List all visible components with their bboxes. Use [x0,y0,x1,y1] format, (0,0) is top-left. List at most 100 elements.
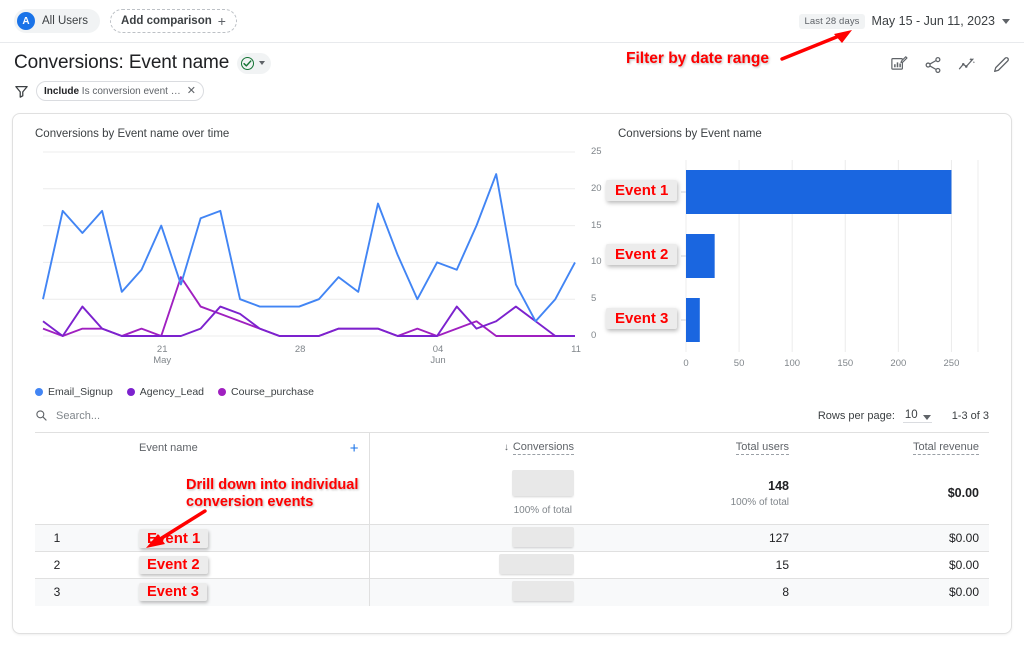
th-total-users-label: Total users [735,440,789,455]
total-conversions-sub: 100% of total [513,505,572,517]
line-x-tick: 21 May [153,344,172,366]
row-event-name[interactable]: Event 1 [79,524,369,552]
sort-desc-icon: ↓ [503,441,509,453]
filter-chip-prefix: Include [44,85,80,97]
legend-dot [218,388,227,396]
row-total-users: 15 [584,551,799,579]
line-series-Agency_Lead [42,305,575,337]
row-total-users: 127 [584,524,799,552]
redacted-value [512,470,574,497]
redacted-value [512,580,574,601]
total-users-value: 148 [768,478,789,493]
th-total-users[interactable]: Total users [584,432,799,463]
bar-x-tick: 0 [683,358,689,369]
legend-label: Email_Signup [48,386,113,398]
row-index: 3 [35,578,79,606]
bar-x-tick: 150 [837,358,854,369]
annotation-bar-label: Event 3 [606,308,678,329]
total-index-cell [35,463,79,525]
bar-Event 3 [686,298,700,342]
line-chart-legend: Email_Signup Agency_Lead Course_purchase [35,386,600,398]
annotation-bar-label: Event 1 [606,180,678,201]
redacted-value [512,526,574,547]
bar-Event 2 [686,234,715,278]
th-total-revenue[interactable]: Total revenue [799,432,989,463]
plus-icon: + [217,13,226,29]
th-conversions-label: Conversions [512,440,574,455]
rows-per-page-select[interactable]: 10 [902,408,932,423]
page-title: Conversions: Event name [14,52,230,73]
annotation-row-label: Event 3 [139,583,207,602]
bar-Event 1 [686,170,952,214]
total-users-sub: 100% of total [730,496,789,508]
row-conversions [368,551,584,579]
top-bar: A All Users Add comparison + Last 28 day… [0,0,1024,43]
add-dimension-icon[interactable]: + [350,441,359,456]
row-total-revenue: $0.00 [799,524,989,552]
bar-chart-plot: 0 50 100 150 200 250 Event 1 Event 2 Event 3 [600,144,1011,374]
filter-row: Include Is conversion event … ✕ [14,81,890,101]
conversion-status-pill[interactable] [237,52,272,74]
line-x-tick: 11 [571,344,581,355]
legend-item[interactable]: Agency_Lead [126,386,205,398]
line-chart-panel: Conversions by Event name over time 0 5 10… [13,114,602,399]
add-comparison-button[interactable]: Add comparison + [110,9,237,33]
table-header: Event name + ↓ Conversions Total users To… [35,432,989,463]
check-circle-icon [241,56,255,70]
total-users-cell: 148 100% of total [584,463,799,525]
line-y-tick: 5 [591,293,597,305]
share-icon[interactable] [924,56,942,74]
legend-label: Course_purchase [231,386,314,398]
row-conversions [368,524,584,552]
charts-row: Conversions by Event name over time 0 5 10… [13,114,1011,399]
report-header: Conversions: Event name Include Is conve… [0,43,1024,101]
annotation-bar-label: Event 2 [606,244,678,265]
row-total-revenue: $0.00 [799,551,989,579]
bar-chart-panel: Conversions by Event name 0 50 100 150 200 25… [600,114,1011,399]
edit-icon[interactable] [992,56,1010,74]
annotation-date-filter: Filter by date range [626,50,769,67]
bar-x-tick: 100 [784,358,801,369]
legend-item[interactable]: Course_purchase [218,386,314,398]
pagination-range: 1-3 of 3 [951,409,989,422]
search-input[interactable]: Search... [56,410,100,422]
annotation-drill-down: Drill down into individual conversion ev… [186,477,358,511]
bar-x-tick: 200 [890,358,907,369]
total-conversions-cell: 100% of total [368,462,584,525]
row-event-name[interactable]: Event 3 [79,578,369,606]
annotation-drill-down-line2: conversion events [186,494,314,511]
row-total-users: 8 [584,578,799,606]
report-card: Conversions by Event name over time 0 5 10… [12,113,1012,634]
audience-label: All Users [42,15,89,27]
th-event-name[interactable]: Event name + [79,432,369,463]
row-index: 1 [35,524,79,552]
close-icon[interactable]: ✕ [187,85,196,97]
rows-per-page-value: 10 [904,408,918,421]
line-x-tick: 28 [294,344,306,355]
audience-chip[interactable]: A All Users [14,9,101,33]
bar-chart-title: Conversions by Event name [618,128,762,140]
legend-item[interactable]: Email_Signup [35,386,113,398]
table-row[interactable]: 3 Event 3 8 $0.00 [35,578,989,606]
avatar: A [17,12,35,30]
table-row[interactable]: 2 Event 2 15 $0.00 [35,551,989,579]
line-chart-svg [42,151,576,337]
row-index: 2 [35,551,79,579]
line-chart-title: Conversions by Event name over time [35,128,230,140]
legend-label: Agency_Lead [139,386,205,398]
chevron-down-icon [259,61,266,65]
compare-icon[interactable] [958,56,976,74]
date-range-value: May 15 - Jun 11, 2023 [871,14,995,28]
table-toolbar: Search... Rows per page: 10 1-3 of 3 [35,399,989,432]
row-event-name[interactable]: Event 2 [79,551,369,579]
line-x-tick: 04 Jun [430,344,446,366]
annotation-drill-down-line1: Drill down into individual [186,477,359,493]
insights-icon[interactable] [890,56,908,74]
th-event-name-label: Event name [139,441,198,454]
redacted-value [499,553,574,574]
th-conversions[interactable]: ↓ Conversions [368,432,584,463]
bar-x-tick: 50 [733,358,745,369]
data-table-section: Search... Rows per page: 10 1-3 of 3 Eve… [13,399,1011,606]
filter-chip[interactable]: Include Is conversion event … ✕ [36,81,204,101]
annotation-arrow-drill [146,509,207,548]
